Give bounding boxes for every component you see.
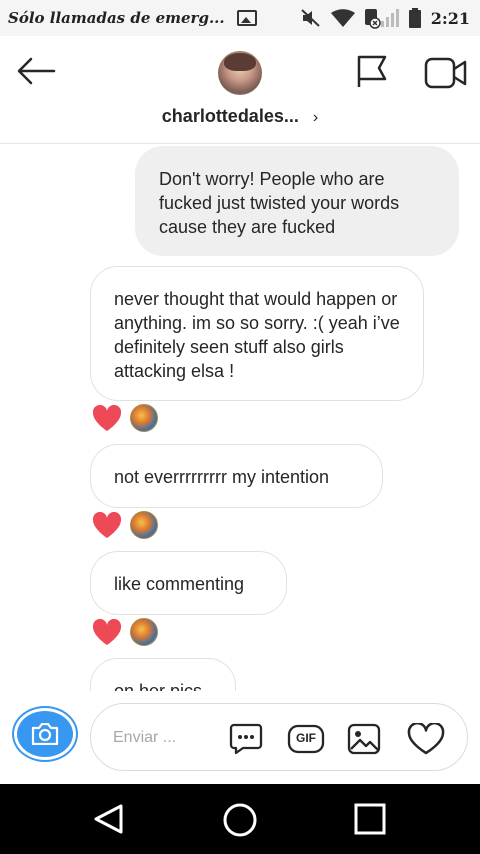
- message-input[interactable]: [113, 724, 223, 752]
- mute-icon: [301, 9, 321, 27]
- message-bubble-outgoing[interactable]: Don't worry! People who are fucked just …: [135, 146, 459, 256]
- reaction-heart-icon: [92, 404, 122, 432]
- message-reaction[interactable]: [92, 404, 158, 432]
- message-text: like commenting: [114, 574, 245, 594]
- chat-bubble-icon[interactable]: [229, 723, 263, 760]
- reactor-avatar: [130, 618, 158, 646]
- message-input-box[interactable]: GIF: [90, 703, 468, 771]
- camera-icon: [31, 723, 59, 745]
- message-text: not everrrrrrrrr my intention: [114, 467, 330, 487]
- username-link[interactable]: charlottedales... ›: [0, 106, 480, 127]
- battery-icon: [408, 8, 421, 28]
- message-thread[interactable]: Don't worry! People who are fucked just …: [0, 145, 480, 691]
- message-reaction[interactable]: [92, 618, 158, 646]
- message-text: on her pics: [114, 681, 203, 691]
- message-bubble-incoming[interactable]: never thought that would happen or anyth…: [90, 266, 424, 401]
- message-text: Don't worry! People who are fucked just …: [159, 169, 400, 237]
- video-call-button[interactable]: [424, 56, 468, 90]
- system-nav-bar: [0, 784, 480, 854]
- username: charlottedales...: [161, 106, 299, 126]
- conversation-header: charlottedales... ›: [0, 36, 480, 144]
- message-reaction[interactable]: [92, 511, 158, 539]
- image-icon[interactable]: [347, 723, 381, 760]
- nav-back-icon[interactable]: [92, 802, 126, 841]
- gif-label: GIF: [296, 731, 316, 745]
- wifi-icon: [330, 9, 355, 27]
- nav-home-icon[interactable]: [222, 802, 258, 843]
- flag-button[interactable]: [354, 54, 390, 90]
- reaction-heart-icon: [92, 618, 122, 646]
- message-text: never thought that would happen or anyth…: [114, 289, 400, 381]
- reactor-avatar: [130, 404, 158, 432]
- message-bubble-incoming[interactable]: like commenting: [90, 551, 287, 615]
- message-bubble-incoming[interactable]: not everrrrrrrrr my intention: [90, 444, 383, 508]
- back-button[interactable]: [14, 56, 58, 86]
- flag-icon: [357, 55, 387, 87]
- reaction-heart-icon: [92, 511, 122, 539]
- nav-recents-icon[interactable]: [353, 802, 387, 841]
- carrier-text: Sólo llamadas de emerg...: [8, 9, 225, 27]
- avatar[interactable]: [218, 51, 262, 95]
- message-composer: GIF: [0, 691, 480, 784]
- status-bar: Sólo llamadas de emerg... 2:21: [0, 0, 480, 36]
- clock: 2:21: [430, 8, 470, 28]
- heart-icon[interactable]: [407, 721, 445, 760]
- message-bubble-incoming[interactable]: on her pics: [90, 658, 236, 691]
- chevron-right-icon: ›: [312, 109, 319, 126]
- sim-signal-icon: [364, 7, 399, 29]
- reactor-avatar: [130, 511, 158, 539]
- back-arrow-icon: [17, 57, 56, 85]
- camera-button[interactable]: [12, 706, 78, 762]
- gif-icon[interactable]: GIF: [287, 724, 325, 759]
- gallery-icon: [236, 10, 257, 26]
- video-call-icon: [424, 57, 467, 89]
